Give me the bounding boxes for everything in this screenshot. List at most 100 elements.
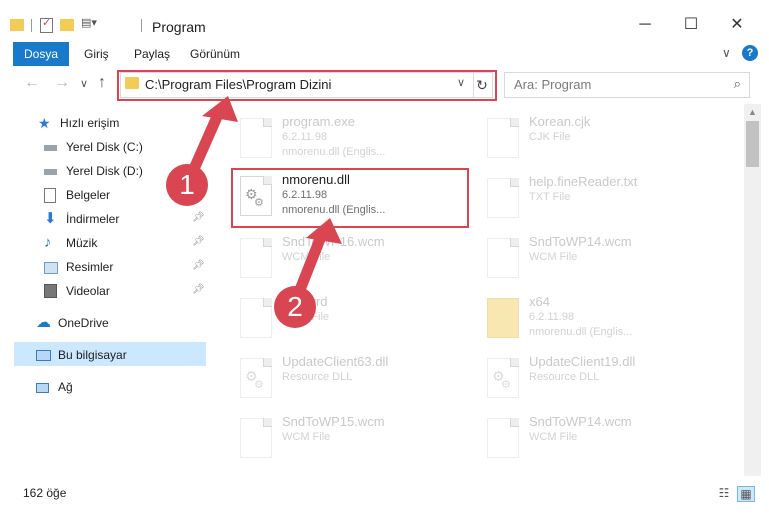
separator [141, 19, 142, 32]
exe-icon [240, 118, 272, 158]
computer-icon [36, 350, 51, 361]
file-icon [487, 238, 519, 278]
file-name: x64 [529, 294, 550, 309]
step-1-callout: 1 [166, 164, 208, 206]
file-item[interactable]: SndToWP14.wcm WCM File [481, 230, 711, 286]
file-name: SndToWP15.wcm [282, 414, 385, 429]
search-box[interactable]: Ara: Program ⌕ [504, 72, 750, 98]
videos-icon [44, 284, 57, 298]
file-item[interactable]: sbd.wrd WRD File [234, 290, 464, 346]
details-view-button[interactable]: ☷ [716, 486, 732, 500]
file-item[interactable]: SndToWP15.wcm WCM File [234, 410, 464, 466]
file-icon [240, 298, 272, 338]
pictures-icon [44, 262, 58, 274]
minimize-button[interactable]: ─ [622, 8, 668, 42]
scroll-up-button[interactable]: ▲ [744, 104, 761, 121]
status-bar: 162 öğe ☷ ▦ [0, 478, 769, 514]
tiles-view-button[interactable]: ▦ [737, 486, 755, 502]
network-icon [36, 383, 49, 393]
recent-locations-button[interactable]: ∨ [80, 77, 88, 90]
tab-share[interactable]: Paylaş [134, 42, 170, 66]
tab-file[interactable]: Dosya [13, 42, 69, 66]
file-type: Resource DLL [529, 371, 600, 383]
folder-icon [487, 298, 519, 338]
file-type: WCM File [282, 251, 331, 263]
file-icon [240, 238, 272, 278]
file-name: SndToWP16.wcm [282, 234, 385, 249]
ribbon-collapse-button[interactable]: ∨ [722, 46, 731, 60]
file-type: TXT File [529, 191, 571, 203]
back-button[interactable]: ← [24, 74, 40, 92]
item-count: 162 öğe [23, 486, 67, 500]
pin-icon[interactable]: 📌︎ [192, 260, 205, 271]
address-path[interactable]: C:\Program Files\Program Dizini [145, 77, 331, 92]
customize-quick-access-icon[interactable]: ▤▾ [81, 16, 107, 30]
file-item[interactable]: Korean.cjk CJK File [481, 110, 711, 166]
pin-icon[interactable]: 📌︎ [192, 236, 205, 247]
separator [31, 19, 32, 32]
ribbon-tabs: Dosya Giriş Paylaş Görünüm ∨ [0, 42, 769, 68]
nav-item-label: Belgeler [66, 188, 111, 202]
file-item[interactable]: x64 6.2.11.98 nmorenu.dll (Englis... [481, 290, 711, 346]
arrow-1-head [202, 96, 238, 122]
nav-item-label: Bu bilgisayar [58, 348, 127, 362]
up-button[interactable]: ↑ [98, 74, 106, 92]
drive-icon [44, 145, 57, 151]
nav-item-label: Yerel Disk (D:) [66, 164, 143, 178]
drive-icon [44, 169, 57, 175]
nav-item-label: Ağ [58, 380, 73, 394]
step-2-callout: 2 [274, 286, 316, 328]
nav-item-label: Resimler [66, 260, 114, 274]
file-item[interactable]: program.exe 6.2.11.98 nmorenu.dll (Engli… [234, 110, 464, 166]
properties-icon[interactable]: ✓ [40, 17, 53, 33]
file-item-nmorenu-dll[interactable]: ⚙ ⚙ nmorenu.dll 6.2.11.98 nmorenu.dll (E… [234, 168, 464, 224]
scrollbar-thumb[interactable] [746, 121, 759, 167]
file-type: WCM File [282, 431, 331, 443]
pin-icon[interactable]: 📌︎ [192, 284, 205, 295]
file-version: 6.2.11.98 [529, 311, 575, 323]
nav-item-label: Videolar [66, 284, 110, 298]
navigation-pane: ★ Hızlı erişim Yerel Disk (C:) Yerel Dis… [0, 104, 206, 476]
tab-view[interactable]: Görünüm [190, 42, 240, 66]
address-bar[interactable]: C:\Program Files\Program Dizini ∨ [120, 72, 474, 98]
nav-item-label: Müzik [66, 236, 98, 250]
tab-home[interactable]: Giriş [84, 42, 109, 66]
cloud-icon: ☁ [36, 314, 51, 331]
file-name: program.exe [282, 114, 355, 129]
refresh-button[interactable]: ↻ [472, 72, 493, 98]
file-type: CJK File [529, 131, 571, 143]
search-placeholder[interactable]: Ara: Program [514, 77, 591, 92]
forward-button[interactable]: → [54, 74, 70, 92]
folder-icon [125, 77, 139, 89]
file-icon [487, 118, 519, 158]
music-icon: ♪ [44, 234, 52, 251]
file-item[interactable]: SndToWP16.wcm WCM File [234, 230, 464, 286]
file-description: nmorenu.dll (Englis... [282, 146, 386, 158]
help-button[interactable]: ? [742, 45, 758, 61]
file-description: nmorenu.dll (Englis... [529, 326, 633, 338]
dll-gear-icon: ⚙ ⚙ [487, 358, 519, 398]
file-item[interactable]: ⚙ ⚙ UpdateClient63.dll Resource DLL [234, 350, 464, 406]
file-version: 6.2.11.98 [282, 189, 328, 201]
nav-item-label: Yerel Disk (C:) [66, 140, 143, 154]
file-name: nmorenu.dll [282, 172, 350, 187]
documents-icon [44, 188, 56, 203]
file-name: SndToWP14.wcm [529, 414, 632, 429]
nav-item-label: Hızlı erişim [60, 116, 120, 130]
file-name: help.fineReader.txt [529, 174, 638, 189]
new-folder-icon[interactable] [60, 19, 74, 31]
file-item[interactable]: help.fineReader.txt TXT File [481, 170, 711, 226]
file-type: WCM File [529, 251, 578, 263]
close-button[interactable]: ✕ [714, 8, 760, 42]
address-dropdown-button[interactable]: ∨ [457, 76, 465, 89]
pin-icon[interactable]: 📌︎ [192, 212, 205, 223]
file-item[interactable]: SndToWP14.wcm WCM File [481, 410, 711, 466]
maximize-button[interactable]: ☐ [668, 8, 714, 42]
file-item[interactable]: ⚙ ⚙ UpdateClient19.dll Resource DLL [481, 350, 711, 406]
window-title: Program [152, 19, 206, 35]
file-icon [487, 418, 519, 458]
download-icon: ⬇ [44, 210, 57, 227]
title-bar: ✓ ▤▾ Program ─ ☐ ✕ [0, 0, 769, 40]
star-icon: ★ [38, 115, 51, 131]
file-type: WCM File [529, 431, 578, 443]
